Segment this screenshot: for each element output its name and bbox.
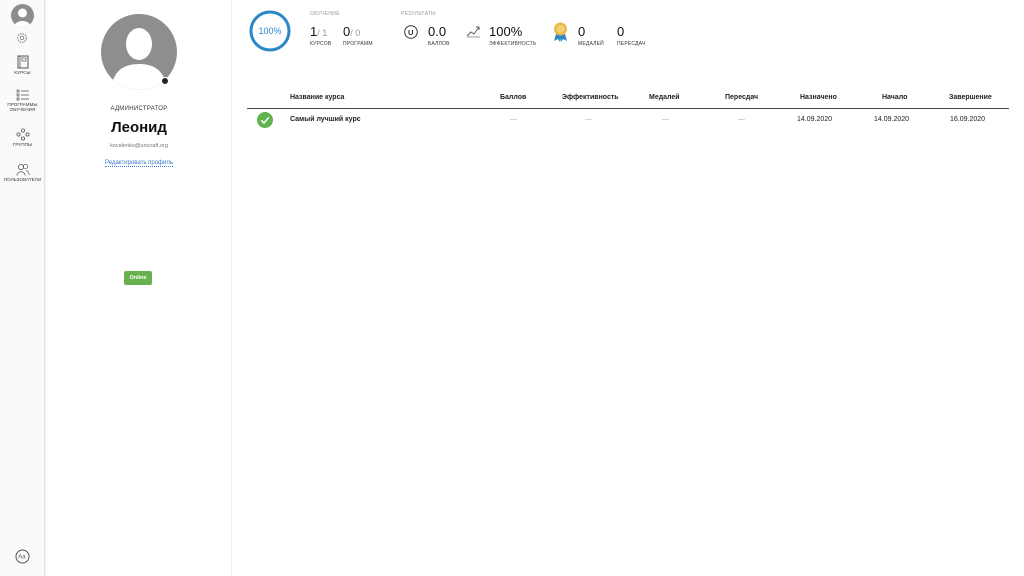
rail-item-courses[interactable]: Курсы bbox=[0, 55, 45, 75]
checklist-icon bbox=[16, 89, 29, 101]
users-icon bbox=[15, 163, 30, 176]
language-icon[interactable]: Aa bbox=[15, 549, 30, 564]
groups-icon bbox=[15, 128, 29, 141]
user-avatar-icon[interactable] bbox=[11, 4, 34, 27]
rail-item-programs[interactable]: Программы обучения bbox=[0, 89, 45, 112]
col-retakes[interactable]: Пересдач bbox=[725, 92, 758, 104]
table-row[interactable]: Самый лучший курс — — — — 14.09.2020 14.… bbox=[247, 110, 1009, 130]
courses-table-header: Название курса Баллов Эффективность Меда… bbox=[247, 92, 1009, 109]
efficiency-label: ЭФФЕКТИВНОСТЬ bbox=[489, 41, 537, 47]
completed-check-icon bbox=[257, 112, 273, 128]
gear-icon[interactable] bbox=[15, 31, 29, 45]
online-status-badge: Online bbox=[124, 271, 152, 285]
col-course-name[interactable]: Название курса bbox=[290, 92, 344, 104]
points-label: БАЛЛОВ bbox=[428, 41, 450, 47]
rail-item-users[interactable]: Пользователи bbox=[0, 163, 45, 182]
medal-icon bbox=[554, 22, 567, 42]
row-course-name[interactable]: Самый лучший курс bbox=[290, 110, 361, 130]
row-start: 14.09.2020 bbox=[874, 116, 910, 123]
nav-rail: Курсы Программы обучения Группы Пользов bbox=[0, 0, 45, 576]
retakes-label: ПЕРЕСДАЧ bbox=[617, 41, 646, 47]
courses-count: 1/ 1 bbox=[310, 24, 327, 39]
points-value: 0.0 bbox=[428, 24, 447, 39]
learning-section-title: ОБУЧЕНИЕ bbox=[310, 11, 340, 17]
col-medals[interactable]: Медалей bbox=[649, 92, 680, 104]
svg-text:U: U bbox=[408, 28, 413, 37]
row-retakes: — bbox=[738, 116, 745, 123]
edit-profile-link[interactable]: Редактировать профиль bbox=[105, 160, 173, 167]
rail-label-courses: Курсы bbox=[14, 70, 31, 75]
rail-label-programs: Программы обучения bbox=[7, 102, 38, 112]
rail-label-groups: Группы bbox=[12, 142, 33, 147]
retakes-value: 0 bbox=[617, 24, 625, 39]
profile-panel: АДМИНИСТРАТОР Леонид kovalenko@unicraft.… bbox=[46, 0, 232, 576]
col-points[interactable]: Баллов bbox=[500, 92, 526, 104]
efficiency-value: 100% bbox=[489, 24, 523, 39]
profile-email: kovalenko@unicraft.org bbox=[110, 143, 168, 149]
row-efficiency: — bbox=[585, 116, 592, 123]
svg-text:Aa: Aa bbox=[18, 555, 26, 561]
edit-profile-container: Редактировать профиль bbox=[46, 160, 232, 167]
points-icon: U bbox=[404, 25, 418, 39]
results-section-title: РЕЗУЛЬТАТЫ bbox=[401, 11, 436, 17]
book-icon bbox=[17, 55, 28, 69]
courses-label: КУРСОВ bbox=[310, 41, 332, 47]
medals-value: 0 bbox=[578, 24, 586, 39]
medals-label: МЕДАЛЕЙ bbox=[578, 41, 604, 47]
rail-item-groups[interactable]: Группы bbox=[0, 128, 45, 147]
rail-label-users: Пользователи bbox=[3, 177, 42, 182]
row-points: — bbox=[510, 116, 517, 123]
row-medals: — bbox=[662, 116, 669, 123]
avatar-status-dot bbox=[161, 77, 169, 85]
profile-role: АДМИНИСТРАТОР bbox=[110, 106, 168, 112]
col-assigned[interactable]: Назначено bbox=[800, 92, 837, 104]
progress-percent: 100% bbox=[258, 26, 282, 36]
row-assigned: 14.09.2020 bbox=[797, 116, 833, 123]
profile-name: Леонид bbox=[111, 119, 167, 136]
col-efficiency[interactable]: Эффективность bbox=[562, 92, 619, 104]
programs-label: ПРОГРАММ bbox=[343, 41, 373, 47]
efficiency-chart-icon bbox=[466, 26, 480, 38]
courses-total: / 1 bbox=[317, 28, 328, 38]
row-end: 16.09.2020 bbox=[950, 116, 986, 123]
col-start[interactable]: Начало bbox=[882, 92, 907, 104]
programs-total: / 0 bbox=[350, 28, 361, 38]
programs-count: 0/ 0 bbox=[343, 24, 360, 39]
col-end[interactable]: Завершение bbox=[949, 92, 992, 104]
